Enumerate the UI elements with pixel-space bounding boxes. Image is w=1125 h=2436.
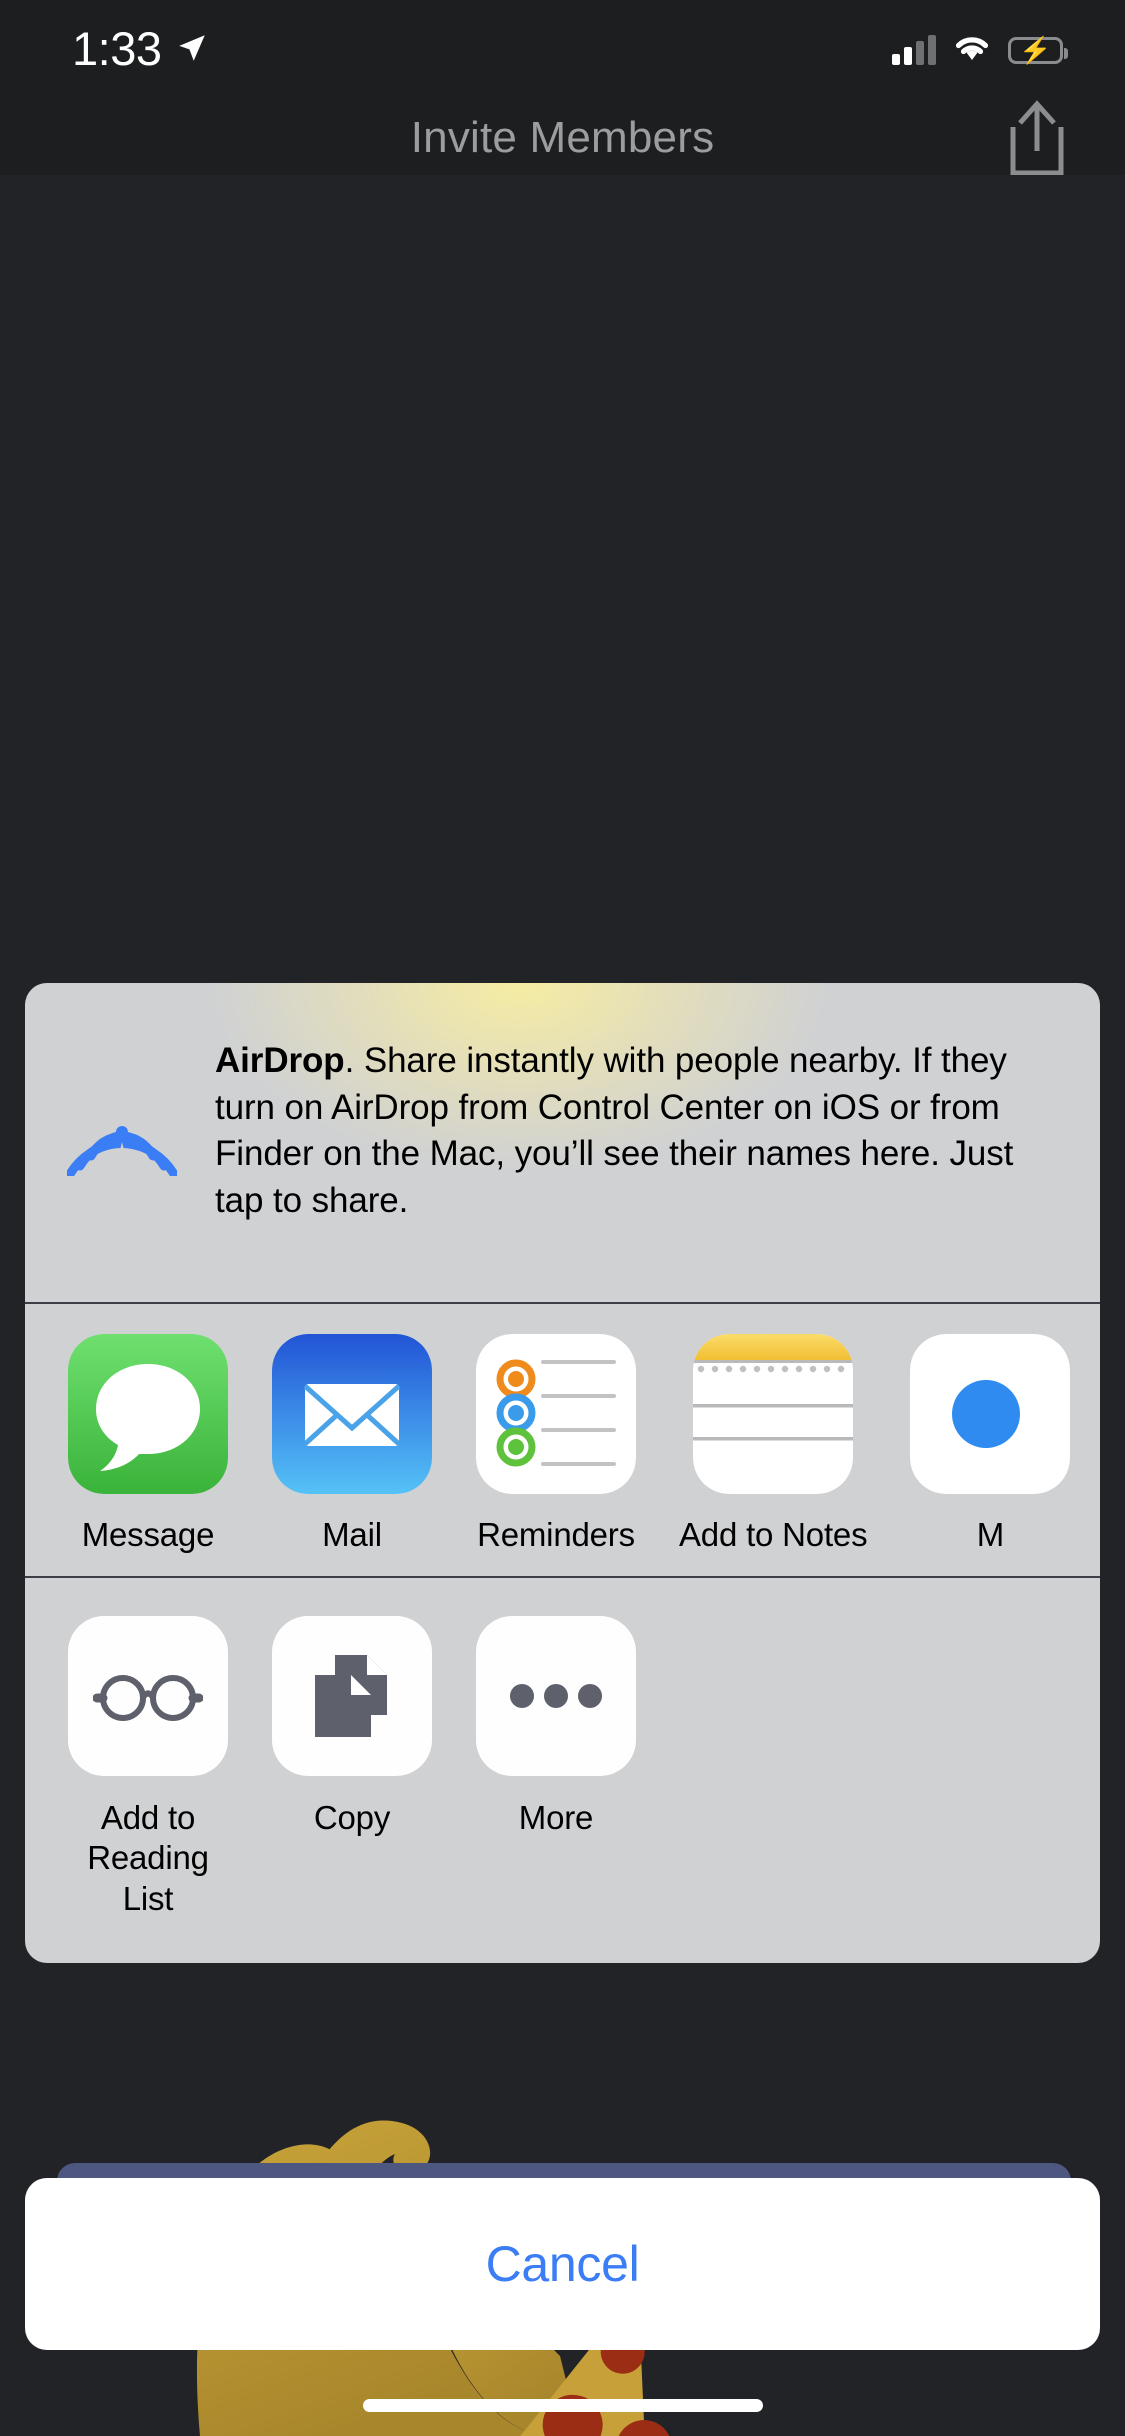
action-label: Copy	[313, 1799, 391, 1837]
airdrop-description: AirDrop. Share instantly with people nea…	[215, 1028, 1058, 1224]
share-target-label: Message	[81, 1516, 215, 1554]
action-label-line2: Reading List	[87, 1839, 209, 1917]
share-target-message[interactable]: Message	[67, 1334, 229, 1554]
reminders-app-icon	[476, 1334, 636, 1495]
app-share-row: Message Mail Reminders Add to Notes M	[25, 1304, 1100, 1576]
status-bar-clock: 1:33	[72, 21, 162, 75]
share-target-partial[interactable]: M	[909, 1334, 1071, 1554]
action-label: Add to Reading List	[67, 1798, 229, 1919]
cellular-signal-icon	[892, 35, 936, 65]
home-indicator	[362, 2399, 763, 2412]
status-bar-right: ⚡	[892, 33, 1068, 68]
share-target-notes[interactable]: Add to Notes	[679, 1334, 868, 1554]
share-sheet: AirDrop. Share instantly with people nea…	[25, 983, 1100, 1963]
notes-app-icon	[693, 1334, 854, 1495]
share-target-label: Add to Notes	[679, 1516, 868, 1554]
messages-app-icon	[68, 1334, 228, 1495]
action-row: Add to Reading List Copy More	[25, 1578, 1100, 1963]
share-target-label: Reminders	[477, 1516, 635, 1554]
battery-charging-icon: ⚡	[1008, 36, 1068, 64]
action-label-line1: Add to	[100, 1799, 196, 1837]
action-label: More	[518, 1799, 594, 1837]
action-copy[interactable]: Copy	[271, 1616, 433, 1919]
action-more[interactable]: More	[475, 1616, 637, 1919]
airdrop-icon	[65, 1046, 179, 1179]
partial-app-icon	[910, 1334, 1071, 1495]
share-target-label: M	[976, 1516, 1005, 1554]
location-arrow-icon	[175, 31, 209, 70]
wifi-icon	[952, 33, 992, 68]
cancel-button[interactable]: Cancel	[25, 2178, 1100, 2350]
more-ellipsis-icon	[476, 1616, 636, 1777]
status-bar-left: 1:33	[72, 25, 209, 72]
share-target-reminders[interactable]: Reminders	[475, 1334, 637, 1554]
mail-app-icon	[272, 1334, 432, 1495]
copy-documents-icon	[272, 1616, 432, 1777]
share-target-label: Mail	[322, 1516, 382, 1554]
cancel-label: Cancel	[485, 2236, 640, 2292]
share-target-mail[interactable]: Mail	[271, 1334, 433, 1554]
airdrop-title: AirDrop	[215, 1041, 345, 1080]
page-title: Invite Members	[410, 112, 715, 162]
glasses-icon	[68, 1616, 228, 1777]
nav-bar: Invite Members	[0, 99, 1125, 175]
status-bar: 1:33 ⚡	[0, 0, 1125, 100]
action-add-to-reading-list[interactable]: Add to Reading List	[67, 1616, 229, 1919]
airdrop-section[interactable]: AirDrop. Share instantly with people nea…	[25, 983, 1100, 1302]
share-icon[interactable]	[1001, 95, 1073, 181]
